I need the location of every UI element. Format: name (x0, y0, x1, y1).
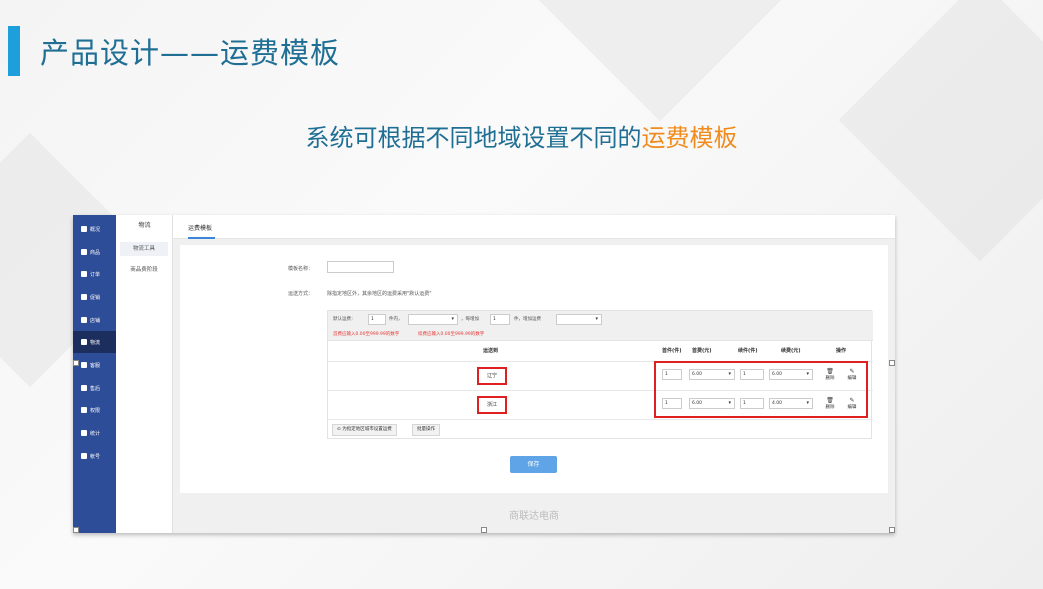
resize-handle[interactable] (889, 360, 895, 366)
row-divider (328, 419, 873, 420)
stats-icon (81, 430, 87, 436)
sidebar-item-logistics[interactable]: 物流 (73, 331, 116, 353)
first-fee-validation: 首费应输入0.00至999.99的数字 (333, 332, 400, 337)
sidebar-item-service[interactable]: 客服 (73, 354, 116, 376)
add-region-button[interactable]: ⊙ 为指定地区城市设置运费 (332, 424, 397, 436)
sidebar-item-account[interactable]: 帐号 (73, 445, 116, 467)
default-each-add-text: ，每增加 (461, 317, 479, 322)
save-button[interactable]: 保存 (510, 456, 557, 473)
resize-handle[interactable] (73, 360, 79, 366)
sidebar-item-label: 订单 (90, 271, 101, 278)
wrench-icon (81, 385, 87, 391)
chat-icon (81, 362, 87, 368)
template-name-label: 模板名称： (288, 266, 314, 272)
resize-handle[interactable] (73, 527, 79, 533)
header-add-fee: 续费(元) (781, 348, 801, 354)
shipping-method-hint: 除指定地区外，其余地区的运费采用"默认运费" (327, 291, 432, 297)
default-unit-text: 件内， (389, 317, 403, 322)
sidebar-item-label: 客服 (90, 362, 101, 369)
default-add-fee-select[interactable]: ▾ (556, 314, 602, 325)
submenu-item-logistics-tools[interactable]: 物流工具 (120, 242, 168, 256)
sidebar-item-label: 物流 (90, 339, 101, 346)
subtitle-highlight: 运费模板 (641, 124, 738, 152)
slide-title: 产品设计——运费模板 (40, 36, 341, 70)
header-action: 操作 (836, 348, 847, 354)
account-icon (81, 453, 87, 459)
top-nav: 运费模板 (173, 215, 895, 239)
title-accent-bar (8, 26, 20, 76)
sidebar-item-goods[interactable]: 商品 (73, 241, 116, 263)
sidebar-item-label: 商品 (90, 249, 101, 256)
batch-operation-button[interactable]: 批量操作 (412, 424, 440, 436)
region-tag-zhejiang: 浙江 (477, 396, 507, 414)
resize-handle[interactable] (889, 527, 895, 533)
add-fee-validation: 续费应输入0.00至999.99的数字 (418, 332, 485, 337)
chevron-down-icon: ▾ (595, 316, 598, 322)
fee-controls-highlight (654, 361, 868, 418)
header-region: 运送到 (483, 348, 499, 354)
sidebar-item-overview[interactable]: 概况 (73, 218, 116, 240)
shop-icon (81, 317, 87, 323)
admin-screenshot: 概况 商品 订单 促销 店铺 物流 客服 售后 权限 统计 帐号 物流 物流工具… (73, 215, 895, 533)
permission-icon (81, 407, 87, 413)
subtitle-main: 系统可根据不同地域设置不同的 (305, 124, 642, 152)
sidebar-item-label: 统计 (90, 430, 101, 437)
chevron-down-icon: ▾ (451, 316, 454, 322)
home-icon (81, 226, 87, 232)
add-region-label: 为指定地区城市设置运费 (342, 427, 392, 432)
truck-icon (81, 339, 87, 345)
tab-shipping-template[interactable]: 运费模板 (188, 223, 212, 232)
header-first-fee: 首费(元) (692, 348, 712, 354)
sidebar-item-shop[interactable]: 店铺 (73, 309, 116, 331)
header-first-qty: 首件(件) (662, 348, 682, 354)
sidebar-item-label: 售后 (90, 385, 101, 392)
header-add-qty: 续件(件) (738, 348, 758, 354)
submenu-header: 物流 (138, 222, 151, 229)
region-tag-liaoning: 辽宁 (477, 367, 507, 385)
sidebar-item-label: 权限 (90, 407, 101, 414)
default-first-qty-input[interactable]: 1 (368, 314, 386, 325)
sidebar-item-label: 概况 (90, 226, 101, 233)
template-name-input[interactable] (327, 261, 394, 273)
default-add-qty-input[interactable]: 1 (490, 314, 510, 325)
resize-handle[interactable] (481, 527, 487, 533)
sidebar-item-label: 帐号 (90, 453, 101, 460)
order-icon (81, 271, 87, 277)
default-add-unit-text: 件，增加运费 (514, 317, 541, 322)
promo-icon (81, 294, 87, 300)
shipping-method-label: 运送方式： (288, 291, 314, 297)
footer-brand: 商联达电商 (509, 511, 559, 522)
sidebar-item-label: 促销 (90, 294, 101, 301)
background-diamond (518, 0, 802, 122)
sidebar-item-promo[interactable]: 促销 (73, 286, 116, 308)
default-fee-row: 默认运费： 1 件内， ▾ ，每增加 1 件，增加运费 ▾ 首费应输入0.00至… (328, 311, 873, 341)
sidebar-item-permission[interactable]: 权限 (73, 399, 116, 421)
goods-icon (81, 249, 87, 255)
sidebar-item-stats[interactable]: 统计 (73, 422, 116, 444)
slide-subtitle: 系统可根据不同地域设置不同的运费模板 (0, 118, 1043, 153)
default-fee-label: 默认运费： (333, 317, 356, 322)
sidebar: 概况 商品 订单 促销 店铺 物流 客服 售后 权限 统计 帐号 (73, 215, 116, 533)
submenu-item-fee-stage[interactable]: 商品费阶段 (120, 263, 168, 277)
default-first-fee-select[interactable]: ▾ (408, 314, 458, 325)
tab-active-indicator (188, 237, 215, 239)
sidebar-item-orders[interactable]: 订单 (73, 263, 116, 285)
submenu: 物流 物流工具 商品费阶段 (116, 215, 173, 533)
sidebar-item-aftersale[interactable]: 售后 (73, 377, 116, 399)
sidebar-item-label: 店铺 (90, 317, 101, 324)
